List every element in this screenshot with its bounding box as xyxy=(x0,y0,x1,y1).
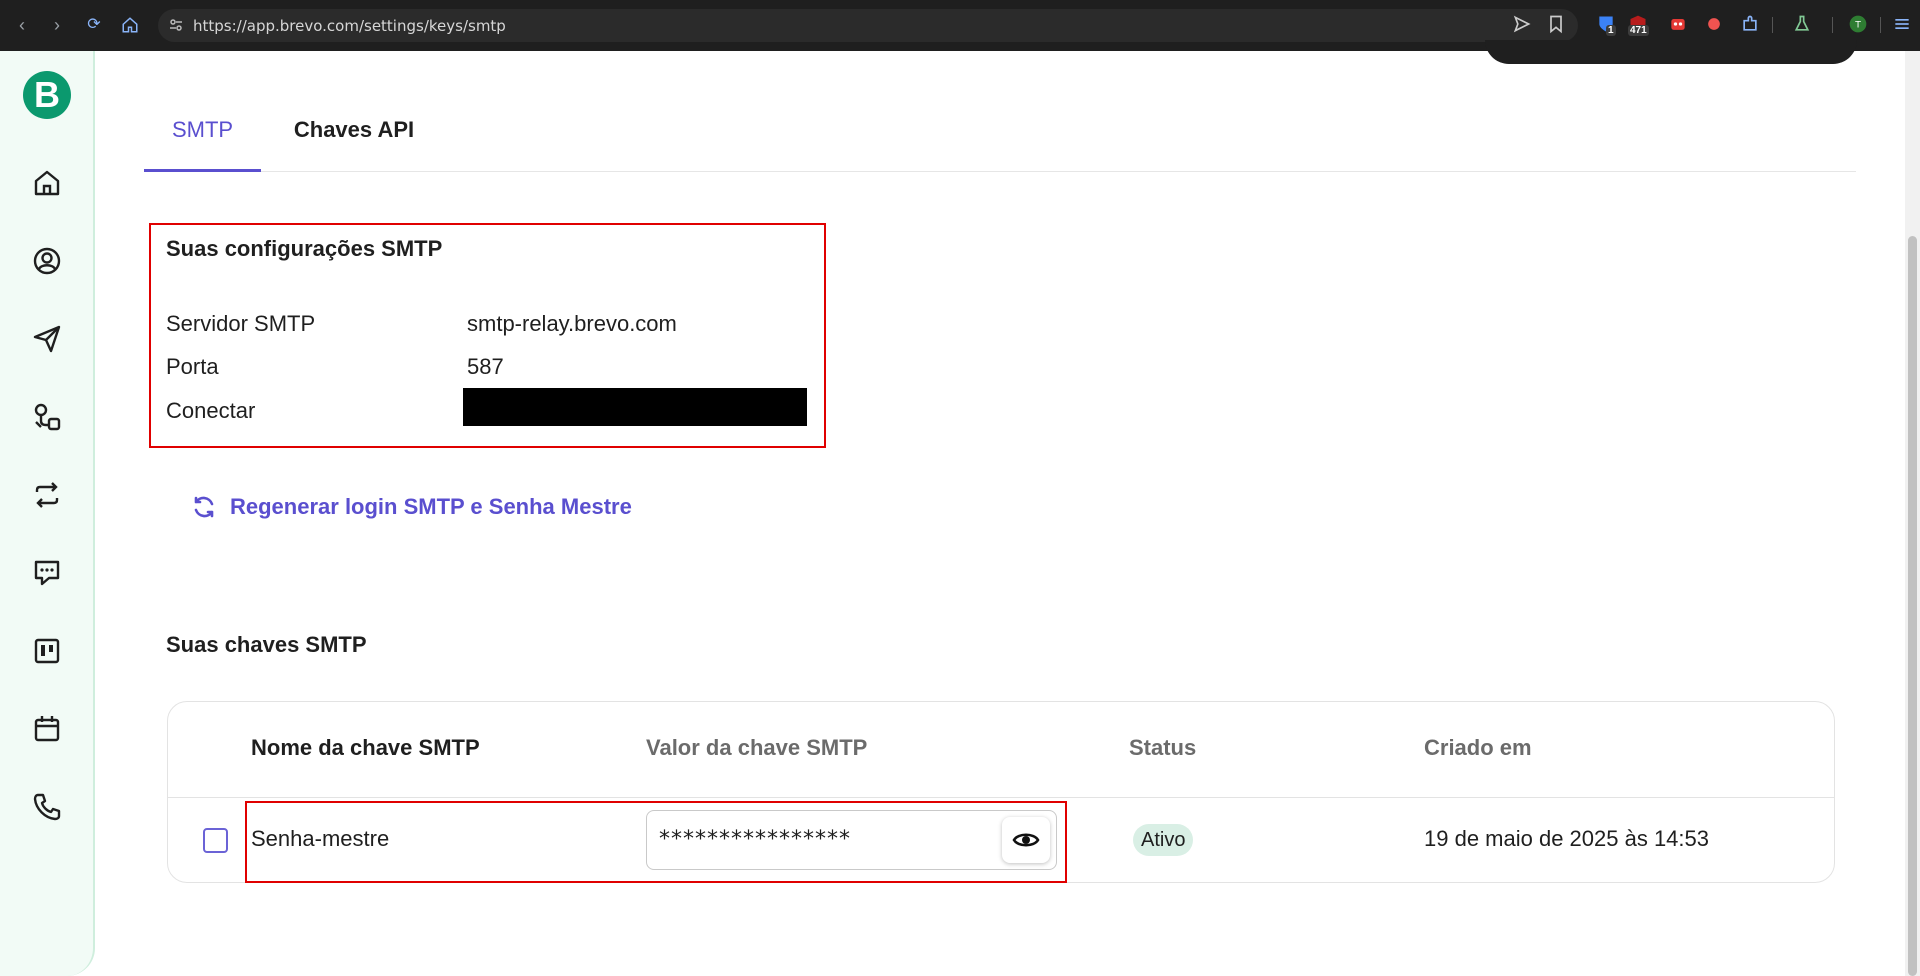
reveal-key-button[interactable] xyxy=(1002,817,1050,863)
extension-badge: 1 xyxy=(1606,25,1616,36)
campaigns-icon[interactable] xyxy=(29,321,65,357)
forward-icon[interactable]: › xyxy=(45,13,69,37)
status-badge: Ativo xyxy=(1133,824,1194,856)
automations-icon[interactable] xyxy=(29,399,65,435)
regenerate-smtp-link[interactable]: Regenerar login SMTP e Senha Mestre xyxy=(190,491,632,523)
tab-api-keys[interactable]: Chaves API xyxy=(284,100,424,172)
smtp-settings-title: Suas configurações SMTP xyxy=(166,236,443,261)
svg-text:T: T xyxy=(1854,19,1861,30)
login-label: Conectar xyxy=(166,398,256,423)
refresh-icon xyxy=(194,496,214,518)
column-header-name[interactable]: Nome da chave SMTP xyxy=(251,735,480,761)
port-label: Porta xyxy=(166,354,219,379)
home-icon[interactable] xyxy=(29,165,65,201)
phone-icon[interactable] xyxy=(29,789,65,825)
brevo-logo[interactable]: B xyxy=(23,71,71,119)
scrollbar-thumb[interactable] xyxy=(1908,236,1917,976)
labs-icon[interactable] xyxy=(1792,14,1814,36)
address-bar[interactable]: https://app.brevo.com/settings/keys/smtp xyxy=(158,9,1578,42)
column-header-value: Valor da chave SMTP xyxy=(646,735,868,760)
ublock-extension-icon[interactable]: 471 xyxy=(1628,14,1650,36)
port-value: 587 xyxy=(467,354,504,379)
redacted-login-value xyxy=(463,388,807,426)
deals-icon[interactable] xyxy=(29,633,65,669)
extension-badge: 471 xyxy=(1628,25,1649,36)
header-dark-pill xyxy=(1485,40,1857,64)
meetings-icon[interactable] xyxy=(29,711,65,747)
bookmark-icon[interactable] xyxy=(1546,14,1568,36)
contacts-icon[interactable] xyxy=(29,243,65,279)
notification-extension-icon[interactable] xyxy=(1704,14,1726,36)
menu-icon[interactable] xyxy=(1892,14,1914,36)
send-icon[interactable] xyxy=(1512,14,1534,36)
row-select-checkbox[interactable] xyxy=(203,828,228,853)
site-info-icon[interactable] xyxy=(168,17,184,33)
ghost-extension-icon[interactable] xyxy=(1668,14,1690,36)
bitwarden-extension-icon[interactable]: 1 xyxy=(1596,14,1618,36)
eye-icon xyxy=(1012,833,1040,847)
sidebar: B xyxy=(0,51,95,976)
profile-avatar-icon[interactable]: T xyxy=(1848,14,1870,36)
masked-key-value: **************** xyxy=(659,827,851,852)
column-header-created[interactable]: Criado em xyxy=(1424,735,1532,761)
regenerate-label: Regenerar login SMTP e Senha Mestre xyxy=(230,494,632,519)
key-value-field: **************** xyxy=(646,810,1057,870)
key-name-cell: Senha-mestre xyxy=(251,826,390,851)
smtp-server-label: Servidor SMTP xyxy=(166,311,316,336)
back-icon[interactable]: ‹ xyxy=(10,13,34,37)
conversations-icon[interactable] xyxy=(29,554,65,590)
toolbar-divider xyxy=(1880,17,1881,33)
url-text: https://app.brevo.com/settings/keys/smtp xyxy=(193,17,506,35)
settings-tabs: SMTP Chaves API xyxy=(144,100,1856,172)
extensions-icon[interactable] xyxy=(1740,14,1762,36)
table-divider xyxy=(168,797,1834,798)
smtp-keys-title: Suas chaves SMTP xyxy=(166,632,367,657)
smtp-server-value: smtp-relay.brevo.com xyxy=(467,311,677,336)
toolbar-divider xyxy=(1772,17,1773,33)
column-header-status: Status xyxy=(1129,735,1197,760)
tab-smtp[interactable]: SMTP xyxy=(144,100,261,172)
page-scrollbar[interactable] xyxy=(1905,51,1920,976)
created-date-cell: 19 de maio de 2025 às 14:53 xyxy=(1424,826,1710,851)
toolbar-divider xyxy=(1832,17,1833,33)
reload-icon[interactable]: ⟳ xyxy=(82,13,106,37)
transactional-icon[interactable] xyxy=(29,477,65,513)
home-browser-icon[interactable] xyxy=(118,13,142,37)
